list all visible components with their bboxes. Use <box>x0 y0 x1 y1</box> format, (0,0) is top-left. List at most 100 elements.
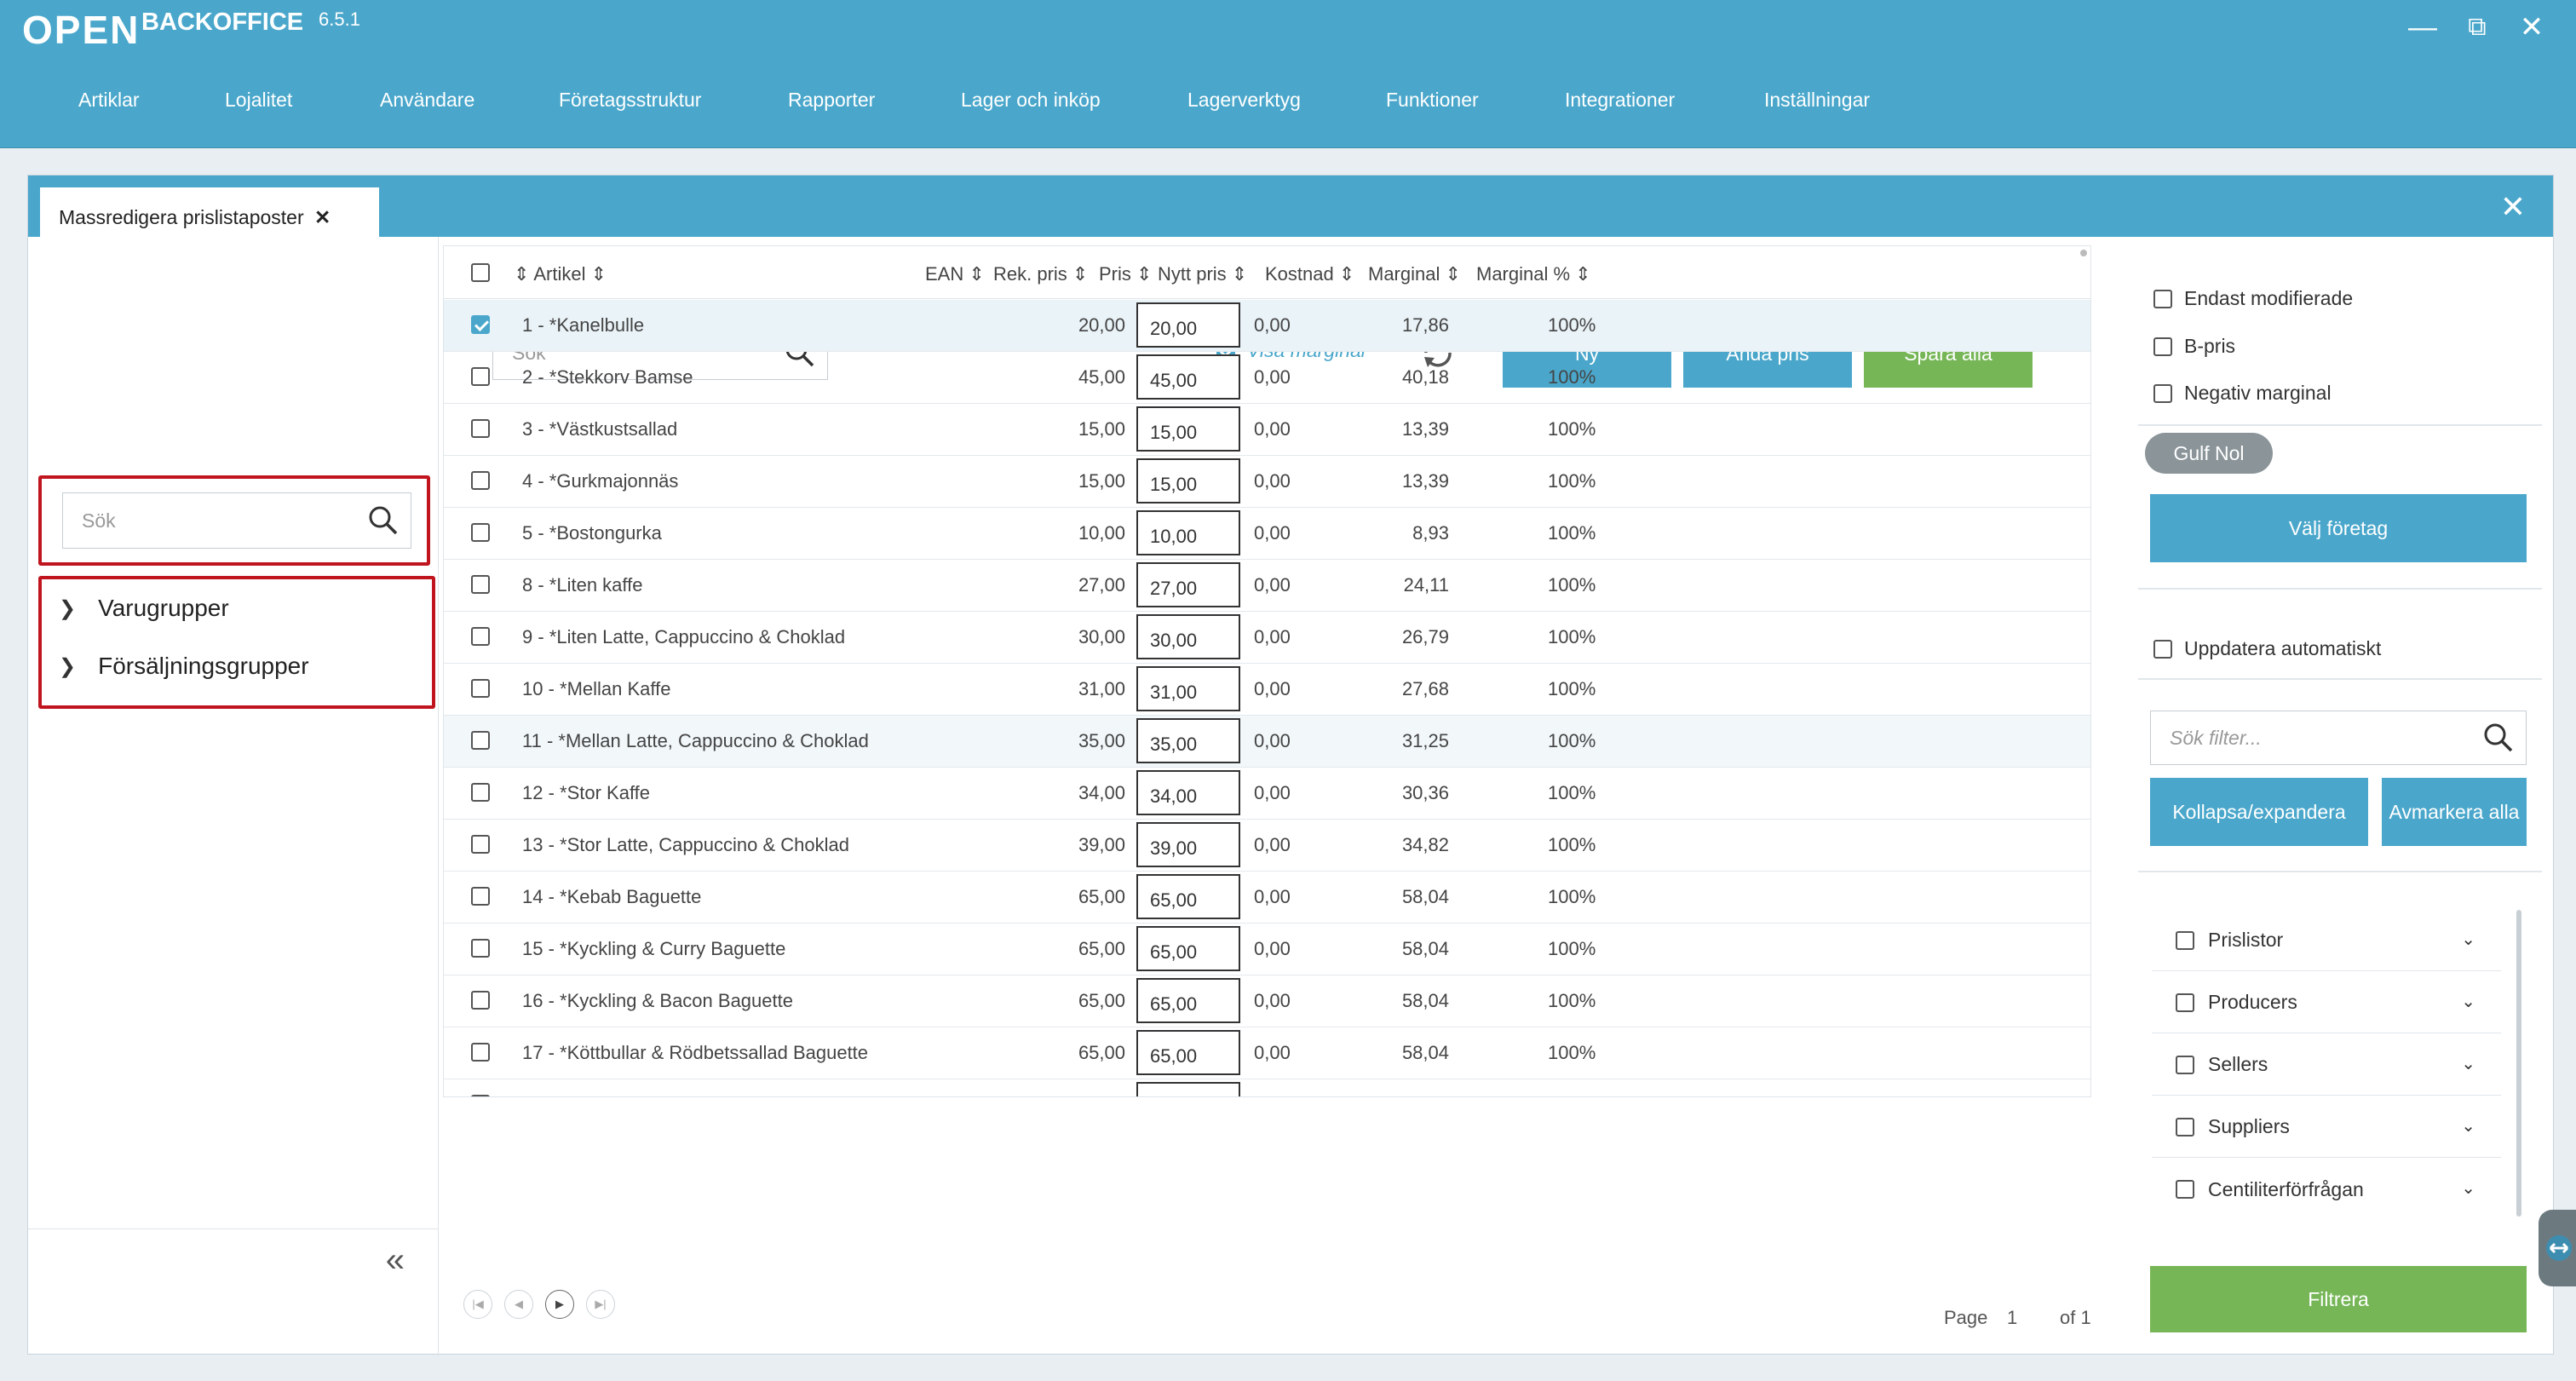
chevron-down-icon[interactable]: ⌄ <box>2461 991 2475 1012</box>
new-price-input[interactable]: 15,00 <box>1136 406 1240 452</box>
b-price-checkbox[interactable] <box>2153 337 2172 356</box>
table-row[interactable]: 5 - *Bostongurka 10,00 10,00 0,00 8,93 100% <box>444 508 2090 560</box>
facet-checkbox[interactable] <box>2176 1117 2194 1136</box>
table-row[interactable]: 12 - *Stor Kaffe 34,00 34,00 0,00 30,36 100% <box>444 768 2090 820</box>
new-price-input[interactable]: 65,00 <box>1136 978 1240 1023</box>
table-row[interactable]: 3 - *Västkustsallad 15,00 15,00 0,00 13,39 10… <box>444 404 2090 456</box>
uncheck-all-button[interactable]: Avmarkera alla <box>2382 778 2527 846</box>
chevron-down-icon[interactable]: ⌄ <box>2461 929 2475 950</box>
tree-item-varugrupper[interactable]: ❯ Varugrupper <box>59 595 229 622</box>
facet-producers[interactable]: Producers ⌄ <box>2152 972 2501 1033</box>
facet-checkbox[interactable] <box>2176 930 2194 950</box>
row-checkbox[interactable] <box>471 1095 490 1096</box>
facet-checkbox[interactable] <box>2176 1055 2194 1074</box>
menu-lojalitet[interactable]: Lojalitet <box>225 89 292 112</box>
negative-margin-option[interactable]: Negativ marginal <box>2153 382 2332 405</box>
row-checkbox[interactable] <box>471 1043 490 1062</box>
search-icon[interactable] <box>366 503 400 538</box>
negative-margin-checkbox[interactable] <box>2153 383 2172 403</box>
new-price-input[interactable]: 31,00 <box>1136 666 1240 711</box>
col-artikel[interactable]: ⇕ Artikel ⇕ <box>514 263 607 285</box>
row-checkbox[interactable] <box>471 627 490 646</box>
chevron-down-icon[interactable]: ⌄ <box>2461 1053 2475 1074</box>
new-price-input[interactable]: 27,00 <box>1136 562 1240 607</box>
table-row[interactable]: 10 - *Mellan Kaffe 31,00 31,00 0,00 27,68 100… <box>444 664 2090 716</box>
table-row[interactable]: 13 - *Stor Latte, Cappuccino & Choklad 39… <box>444 820 2090 872</box>
last-page-icon[interactable]: ▶| <box>586 1290 615 1319</box>
table-row[interactable]: 15 - *Kyckling & Curry Baguette 65,00 65,0… <box>444 924 2090 975</box>
tree-item-forsaljningsgrupper[interactable]: ❯ Försäljningsgrupper <box>59 653 309 680</box>
auto-update-checkbox[interactable] <box>2153 639 2172 659</box>
restore-icon[interactable]: ⧉ <box>2458 10 2496 44</box>
table-row[interactable]: 11 - *Mellan Latte, Cappuccino & Choklad… <box>444 716 2090 768</box>
row-checkbox[interactable] <box>471 991 490 1010</box>
collapse-expand-button[interactable]: Kollapsa/expandera <box>2150 778 2368 846</box>
new-price-input[interactable]: 65,00 <box>1136 1030 1240 1075</box>
side-drawer-handle[interactable] <box>2539 1210 2576 1286</box>
table-row[interactable]: 2 - *Stekkorv Bamse 45,00 45,00 0,00 40,18 10… <box>444 352 2090 404</box>
menu-lagerverktyg[interactable]: Lagerverktyg <box>1187 89 1301 112</box>
scrollbar-thumb[interactable] <box>2080 250 2087 256</box>
facet-sellers[interactable]: Sellers ⌄ <box>2152 1034 2501 1096</box>
row-checkbox[interactable] <box>471 367 490 386</box>
menu-installningar[interactable]: Inställningar <box>1764 89 1870 112</box>
facet-checkbox[interactable] <box>2176 1180 2194 1199</box>
col-kostnad[interactable]: Kostnad ⇕ <box>1265 263 1354 285</box>
facet-prislistor[interactable]: Prislistor ⌄ <box>2152 910 2501 971</box>
new-price-input[interactable]: 45,00 <box>1136 354 1240 400</box>
row-checkbox[interactable] <box>471 679 490 698</box>
menu-anvandare[interactable]: Användare <box>380 89 474 112</box>
col-ean[interactable]: EAN ⇕ <box>925 263 985 285</box>
menu-foretagsstruktur[interactable]: Företagsstruktur <box>559 89 701 112</box>
col-marginal-pct[interactable]: Marginal % ⇕ <box>1476 263 1591 285</box>
filter-button[interactable]: Filtrera <box>2150 1266 2527 1332</box>
new-price-input[interactable]: 10,00 <box>1136 510 1240 555</box>
choose-company-button[interactable]: Välj företag <box>2150 494 2527 562</box>
row-checkbox[interactable] <box>471 939 490 958</box>
new-price-input[interactable]: 35,00 <box>1136 718 1240 763</box>
search-icon[interactable] <box>2481 721 2516 755</box>
new-price-input[interactable]: 30,00 <box>1136 614 1240 659</box>
facet-checkbox[interactable] <box>2176 993 2194 1012</box>
select-all-checkbox[interactable] <box>471 263 490 282</box>
menu-lager-och-inkop[interactable]: Lager och inköp <box>961 89 1101 112</box>
tab-close-icon[interactable]: ✕ <box>314 206 331 228</box>
auto-update-option[interactable]: Uppdatera automatiskt <box>2153 637 2381 660</box>
row-checkbox[interactable] <box>471 315 490 334</box>
new-price-input[interactable]: 65,00 <box>1136 874 1240 919</box>
new-price-input[interactable]: 20,00 <box>1136 302 1240 348</box>
menu-artiklar[interactable]: Artiklar <box>78 89 140 112</box>
first-page-icon[interactable]: |◀ <box>463 1290 492 1319</box>
only-modified-option[interactable]: Endast modifierade <box>2153 287 2353 310</box>
table-row[interactable]: 16 - *Kyckling & Bacon Baguette 65,00 65,0… <box>444 975 2090 1027</box>
next-page-icon[interactable]: ▶ <box>545 1290 574 1319</box>
col-marginal[interactable]: Marginal ⇕ <box>1368 263 1461 285</box>
double-chevron-left-icon[interactable]: « <box>386 1241 405 1280</box>
table-row[interactable]: 17 - *Köttbullar & Rödbetssallad Baguett… <box>444 1027 2090 1079</box>
table-row[interactable]: 1 - *Kanelbulle 20,00 20,00 0,00 17,86 100% <box>444 300 2090 352</box>
prev-page-icon[interactable]: ◀ <box>504 1290 533 1319</box>
minimize-icon[interactable]: — <box>2404 10 2441 44</box>
row-checkbox[interactable] <box>471 783 490 802</box>
chevron-down-icon[interactable]: ⌄ <box>2461 1115 2475 1136</box>
row-checkbox[interactable] <box>471 575 490 594</box>
row-checkbox[interactable] <box>471 419 490 438</box>
chevron-down-icon[interactable]: ⌄ <box>2461 1177 2475 1199</box>
new-price-input[interactable]: 65,00 <box>1136 926 1240 971</box>
row-checkbox[interactable] <box>471 471 490 490</box>
col-pris[interactable]: Pris ⇕ <box>1099 263 1152 285</box>
row-checkbox[interactable] <box>471 835 490 854</box>
b-price-option[interactable]: B-pris <box>2153 335 2235 358</box>
row-checkbox[interactable] <box>471 523 490 542</box>
table-row[interactable]: 9 - *Liten Latte, Cappuccino & Choklad 30… <box>444 612 2090 664</box>
col-rek-pris[interactable]: Rek. pris ⇕ <box>993 263 1088 285</box>
menu-rapporter[interactable]: Rapporter <box>788 89 875 112</box>
table-row[interactable]: 19 - *Ost & Skinka Baguette 59,00 59,00 0,0… <box>444 1079 2090 1096</box>
filter-search-input[interactable]: Sök filter... <box>2150 711 2527 765</box>
close-app-icon[interactable]: ✕ <box>2513 10 2550 44</box>
table-row[interactable]: 14 - *Kebab Baguette 65,00 65,00 0,00 58,04 1… <box>444 872 2090 924</box>
row-checkbox[interactable] <box>471 887 490 906</box>
facet-centiliterforfragan[interactable]: Centiliterförfrågan ⌄ <box>2152 1159 2501 1220</box>
menu-funktioner[interactable]: Funktioner <box>1386 89 1479 112</box>
table-row[interactable]: 4 - *Gurkmajonnäs 15,00 15,00 0,00 13,39 100% <box>444 456 2090 508</box>
